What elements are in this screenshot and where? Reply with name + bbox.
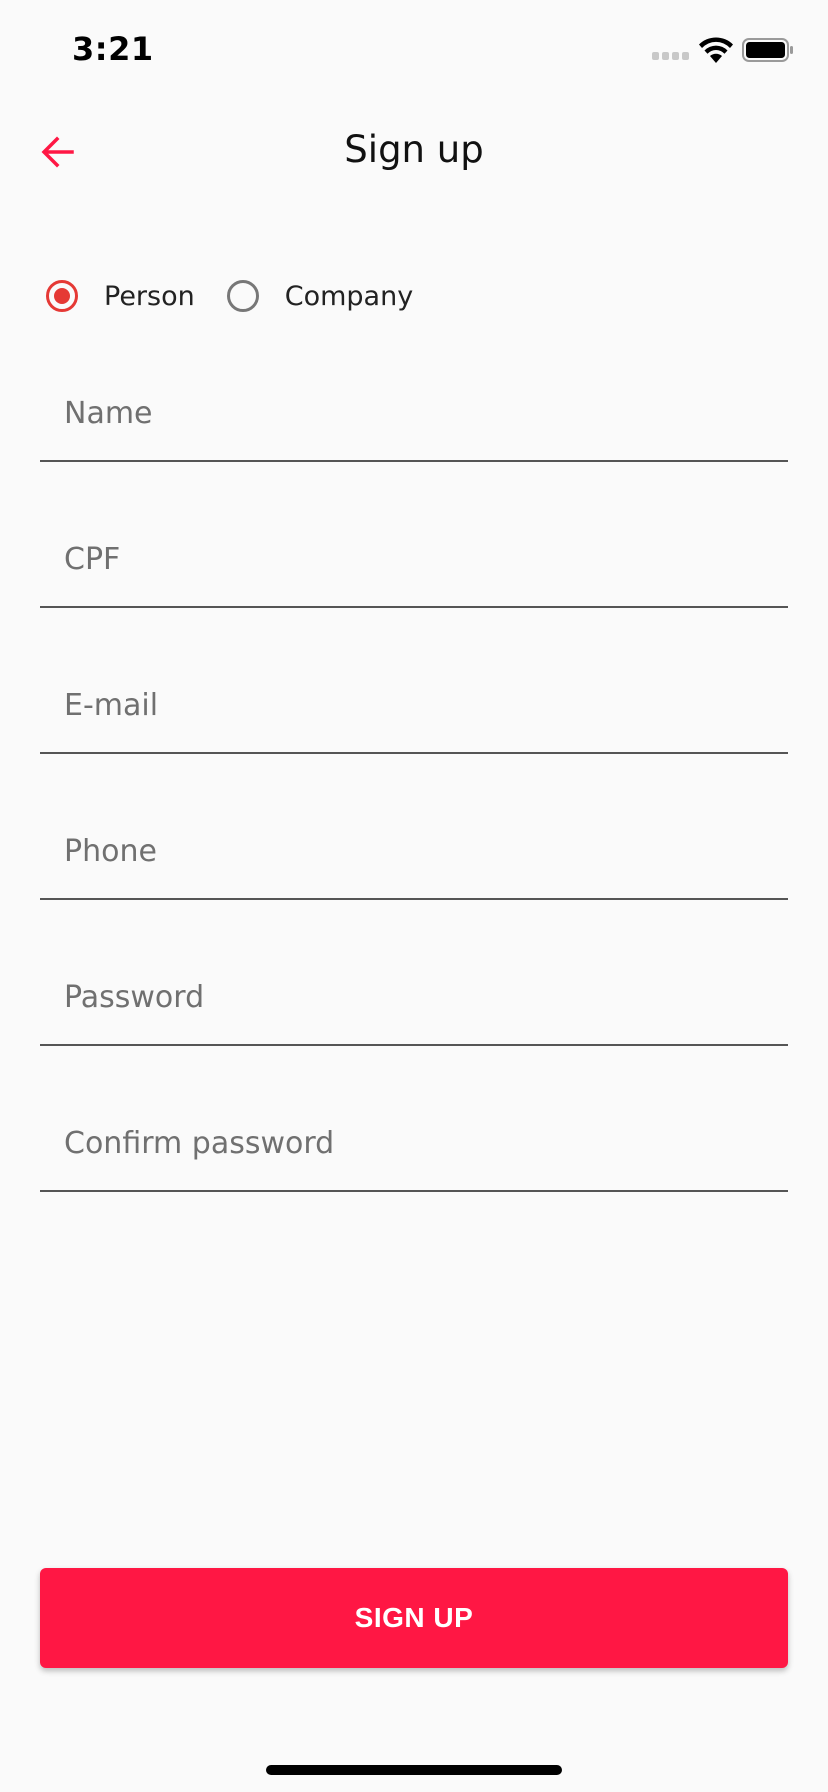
radio-option-company[interactable]: Company xyxy=(217,280,435,312)
password-field[interactable] xyxy=(40,950,788,1046)
email-field-container xyxy=(40,658,788,804)
phone-field[interactable] xyxy=(40,804,788,900)
phone-field-container xyxy=(40,804,788,950)
signup-button[interactable]: SIGN UP xyxy=(40,1568,788,1668)
radio-button-person[interactable] xyxy=(46,280,78,312)
confirm-password-field-container xyxy=(40,1096,788,1242)
radio-selected-dot xyxy=(54,288,70,304)
page-title: Sign up xyxy=(344,128,484,171)
password-field-container xyxy=(40,950,788,1096)
radio-label-company: Company xyxy=(284,280,414,312)
home-indicator[interactable] xyxy=(266,1765,562,1775)
status-time: 3:21 xyxy=(72,30,154,68)
app-bar: Sign up xyxy=(0,100,828,204)
signal-icon xyxy=(652,52,692,62)
status-bar: 3:21 xyxy=(0,0,828,100)
account-type-radio-group: Person Company xyxy=(36,270,435,322)
cpf-field[interactable] xyxy=(40,512,788,608)
name-field-container xyxy=(40,366,788,512)
radio-option-person[interactable]: Person xyxy=(36,280,217,312)
radio-button-company[interactable] xyxy=(226,280,259,312)
email-field[interactable] xyxy=(40,658,788,754)
radio-label-person: Person xyxy=(104,280,195,312)
confirm-password-field[interactable] xyxy=(40,1096,788,1192)
wifi-icon xyxy=(699,37,733,63)
battery-icon xyxy=(742,38,793,62)
cpf-field-container xyxy=(40,512,788,658)
name-field[interactable] xyxy=(40,366,788,462)
signup-form xyxy=(40,366,788,1242)
